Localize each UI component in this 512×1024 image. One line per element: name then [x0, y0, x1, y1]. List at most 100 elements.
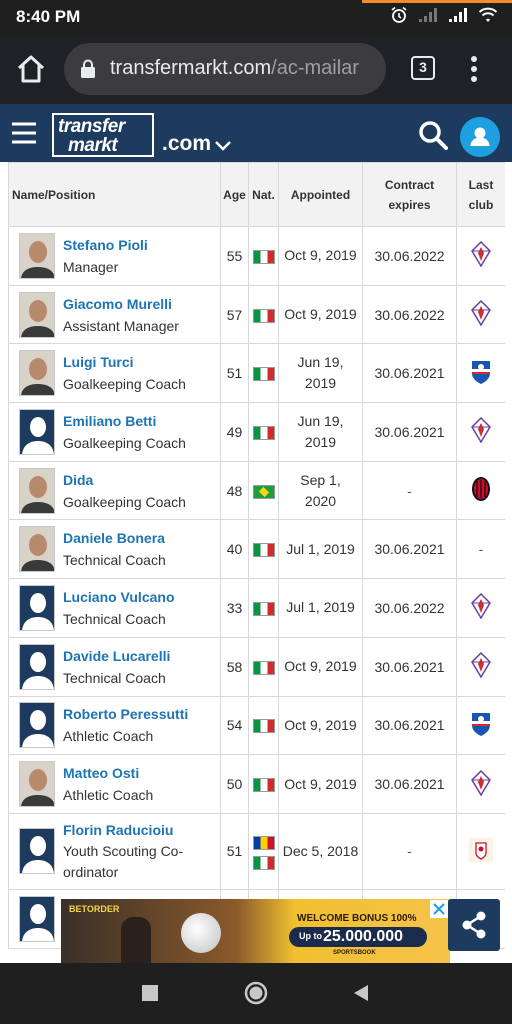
cell-name-position: Luigi Turci Goalkeeping Coach: [8, 343, 221, 404]
cell-appointed: Jun 19, 2019: [278, 402, 363, 462]
contract-expires: 30.06.2021: [374, 541, 445, 558]
cell-age: 51: [220, 343, 249, 404]
last-club-badge[interactable]: [471, 477, 491, 505]
cell-nationality: [248, 402, 279, 462]
cell-contract: 30.06.2022: [362, 226, 457, 286]
tab-switcher-button[interactable]: 3: [411, 56, 435, 80]
last-club-badge[interactable]: [470, 712, 492, 740]
flag-italy-icon: [252, 367, 275, 382]
ad-close-icon[interactable]: [430, 900, 448, 918]
staff-name-link[interactable]: Stefano Pioli: [63, 234, 148, 256]
hamburger-menu-icon[interactable]: [12, 122, 36, 144]
logo-domain-suffix[interactable]: .com: [162, 132, 211, 156]
last-club-badge[interactable]: [471, 241, 491, 270]
cell-contract: 30.06.2021: [362, 754, 457, 814]
search-icon[interactable]: [418, 120, 448, 150]
cell-nationality: [248, 754, 279, 814]
last-club-badge[interactable]: [470, 360, 492, 388]
staff-name-link[interactable]: Matteo Osti: [63, 762, 153, 784]
last-club-badge[interactable]: [471, 417, 491, 446]
col-header-appointed[interactable]: Appointed: [278, 162, 363, 227]
share-button[interactable]: [448, 899, 500, 951]
last-club-badge[interactable]: [471, 593, 491, 622]
chevron-down-icon[interactable]: [214, 140, 232, 152]
cell-age: 49: [220, 402, 249, 462]
avatar[interactable]: [19, 526, 55, 573]
name-role-block: Luigi Turci Goalkeeping Coach: [63, 351, 186, 395]
cell-last-club: -: [456, 519, 505, 580]
appointed-date-l2: 2019: [304, 433, 337, 450]
advertisement-banner[interactable]: BETORDER WELCOME BONUS 100% Up to 25.000…: [61, 899, 450, 963]
staff-name-link[interactable]: Giacomo Murelli: [63, 293, 179, 315]
signal-icon: [449, 8, 467, 22]
fiorentina-crest-icon: [471, 417, 491, 444]
flag-romania-icon: [252, 835, 275, 850]
avatar[interactable]: [19, 291, 55, 338]
col-header-nat[interactable]: Nat.: [248, 162, 279, 227]
logo-line2: markt: [68, 135, 118, 156]
home-icon[interactable]: [16, 55, 46, 83]
name-role-block: Florin Raducioiu Youth Scouting Co-ordin…: [63, 819, 183, 883]
staff-name-link[interactable]: Daniele Bonera: [63, 527, 166, 549]
staff-name-link[interactable]: Florin Raducioiu: [63, 819, 183, 841]
name-role-block: Giacomo Murelli Assistant Manager: [63, 293, 179, 337]
avatar[interactable]: [19, 584, 55, 631]
name-position: Davide Lucarelli Technical Coach: [19, 643, 220, 690]
address-bar[interactable]: transfermarkt.com/ac-mailar: [64, 43, 386, 95]
name-role-block: Davide Lucarelli Technical Coach: [63, 645, 170, 689]
avatar[interactable]: [19, 702, 55, 749]
cell-appointed: Oct 9, 2019: [278, 226, 363, 286]
staff-name-link[interactable]: Emiliano Betti: [63, 410, 186, 432]
cell-name-position: Dida Goalkeeping Coach: [8, 460, 221, 521]
appointed-date: Oct 9, 2019: [284, 775, 357, 792]
avatar[interactable]: [19, 350, 55, 397]
col-header-age[interactable]: Age: [220, 162, 249, 227]
back-icon[interactable]: [352, 984, 370, 1002]
silhouette-avatar-icon: [20, 829, 54, 874]
avatar[interactable]: [19, 408, 55, 455]
user-account-button[interactable]: [460, 117, 500, 157]
appointed-date-l2: 2019: [304, 375, 337, 392]
lock-icon: [81, 59, 95, 78]
col-header-contract-l1: Contract: [384, 177, 435, 192]
staff-name-link[interactable]: Luigi Turci: [63, 351, 186, 373]
staff-role: Youth Scouting Co-ordinator: [63, 841, 183, 883]
signal-weak-icon: [419, 8, 437, 22]
col-header-contract[interactable]: Contract expires: [362, 162, 457, 227]
cell-name-position: Giacomo Murelli Assistant Manager: [8, 284, 221, 345]
nav-home-icon[interactable]: [244, 981, 268, 1005]
last-club-badge[interactable]: [471, 299, 491, 329]
cell-appointed: Oct 9, 2019: [278, 636, 363, 697]
cell-contract: -: [362, 812, 457, 890]
name-position: Roberto Peressutti Athletic Coach: [19, 702, 220, 749]
cell-name-position: Emiliano Betti Goalkeeping Coach: [8, 402, 221, 462]
site-logo[interactable]: transfer markt: [52, 113, 154, 157]
name-position: Luciano Vulcano Technical Coach: [19, 584, 220, 631]
avatar[interactable]: [19, 232, 55, 279]
url-text[interactable]: transfermarkt.com/ac-mailar: [110, 57, 378, 80]
avatar[interactable]: [19, 467, 55, 514]
avatar[interactable]: [19, 761, 55, 808]
staff-name-link[interactable]: Roberto Peressutti: [63, 703, 188, 725]
contract-expires: 30.06.2021: [374, 776, 445, 793]
cell-name-position: Davide Lucarelli Technical Coach: [8, 636, 221, 697]
avatar[interactable]: [19, 895, 55, 942]
col-header-club[interactable]: Last club: [456, 162, 505, 227]
ad-brand: BETORDER: [69, 904, 120, 914]
staff-name-link[interactable]: Davide Lucarelli: [63, 645, 170, 667]
avatar[interactable]: [19, 828, 55, 875]
cell-age: 50: [220, 754, 249, 814]
avatar[interactable]: [19, 643, 55, 690]
last-club-badge[interactable]: [471, 652, 491, 681]
staff-name-link[interactable]: Dida: [63, 469, 186, 491]
flag-italy-icon: [252, 249, 275, 264]
site-header: transfer markt .com: [0, 104, 512, 162]
cell-age: 58: [220, 636, 249, 697]
recents-icon[interactable]: [142, 985, 158, 1001]
last-club-badge[interactable]: [468, 837, 494, 866]
more-vert-icon[interactable]: [466, 54, 482, 84]
staff-name-link[interactable]: Luciano Vulcano: [63, 586, 175, 608]
last-club-badge[interactable]: [471, 769, 491, 799]
col-header-name[interactable]: Name/Position: [8, 162, 221, 227]
sampdoria-crest-icon: [472, 360, 490, 384]
